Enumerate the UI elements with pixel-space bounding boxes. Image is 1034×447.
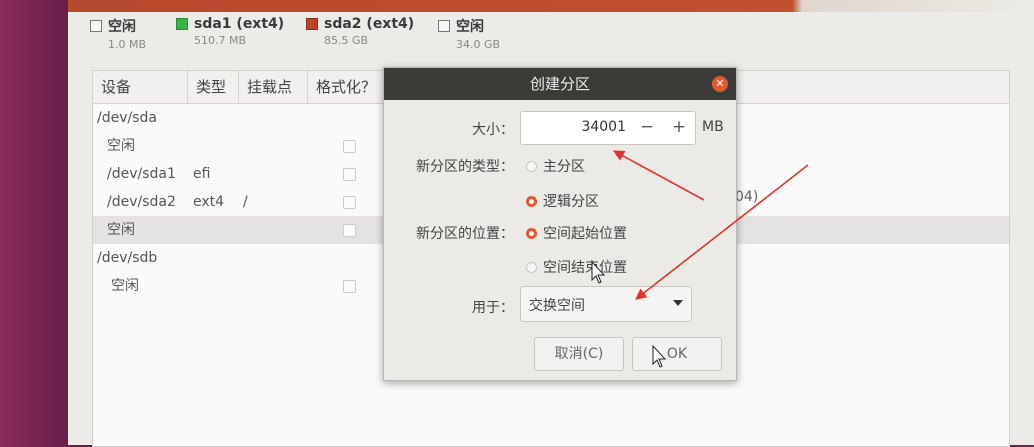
col-device[interactable]: 设备 [93, 71, 188, 103]
legend-free-2: 空闲 34.0 GB [438, 16, 500, 56]
size-input[interactable]: 34001 [521, 119, 626, 135]
format-checkbox[interactable] [343, 196, 356, 209]
swatch-free-icon [90, 20, 102, 32]
legend-free-1: 空闲 1.0 MB [90, 16, 146, 56]
legend-sda1: sda1 (ext4) 510.7 MB [176, 16, 284, 56]
legend-sda2: sda2 (ext4) 85.5 GB [306, 16, 414, 56]
position-label: 新分区的位置： [416, 226, 514, 242]
format-checkbox[interactable] [343, 168, 356, 181]
size-spinbox[interactable]: 34001 − + [520, 111, 696, 145]
radio-off-icon [526, 261, 537, 273]
col-format[interactable]: 格式化？ [308, 71, 394, 103]
type-label: 新分区的类型： [416, 159, 514, 175]
size-label: 大小： [472, 122, 514, 138]
radio-on-icon [526, 195, 537, 207]
radio-off-icon [526, 160, 537, 172]
ok-button[interactable]: OK [632, 337, 722, 371]
close-icon[interactable]: ✕ [712, 76, 728, 92]
radio-primary[interactable]: 主分区 [526, 156, 585, 176]
cancel-button[interactable]: 取消(C) [534, 337, 624, 371]
format-checkbox[interactable] [343, 140, 356, 153]
create-partition-dialog: 创建分区 ✕ 大小： 34001 − + MB 新分区的类型： 主分区 逻辑分区… [383, 67, 737, 381]
partition-bar [68, 0, 1034, 12]
dropdown-arrow-icon [673, 300, 683, 306]
col-type[interactable]: 类型 [188, 71, 239, 103]
partial-cell-text: 04) [735, 189, 759, 205]
increment-button[interactable]: + [663, 112, 695, 144]
swatch-free-icon [438, 20, 450, 32]
size-unit: MB [702, 119, 724, 135]
format-checkbox[interactable] [343, 224, 356, 237]
swatch-red-icon [306, 18, 318, 30]
swatch-green-icon [176, 18, 188, 30]
radio-logical[interactable]: 逻辑分区 [526, 191, 599, 211]
radio-on-icon [526, 227, 537, 239]
radio-end[interactable]: 空间结束位置 [526, 257, 627, 277]
use-as-dropdown[interactable]: 交换空间 [520, 286, 692, 322]
dialog-titlebar: 创建分区 ✕ [384, 68, 736, 100]
decrement-button[interactable]: − [631, 112, 663, 144]
format-checkbox[interactable] [343, 280, 356, 293]
dialog-title: 创建分区 [529, 75, 590, 93]
radio-start[interactable]: 空间起始位置 [526, 223, 627, 243]
use-label: 用于： [472, 300, 514, 316]
col-mount[interactable]: 挂载点 [239, 71, 308, 103]
